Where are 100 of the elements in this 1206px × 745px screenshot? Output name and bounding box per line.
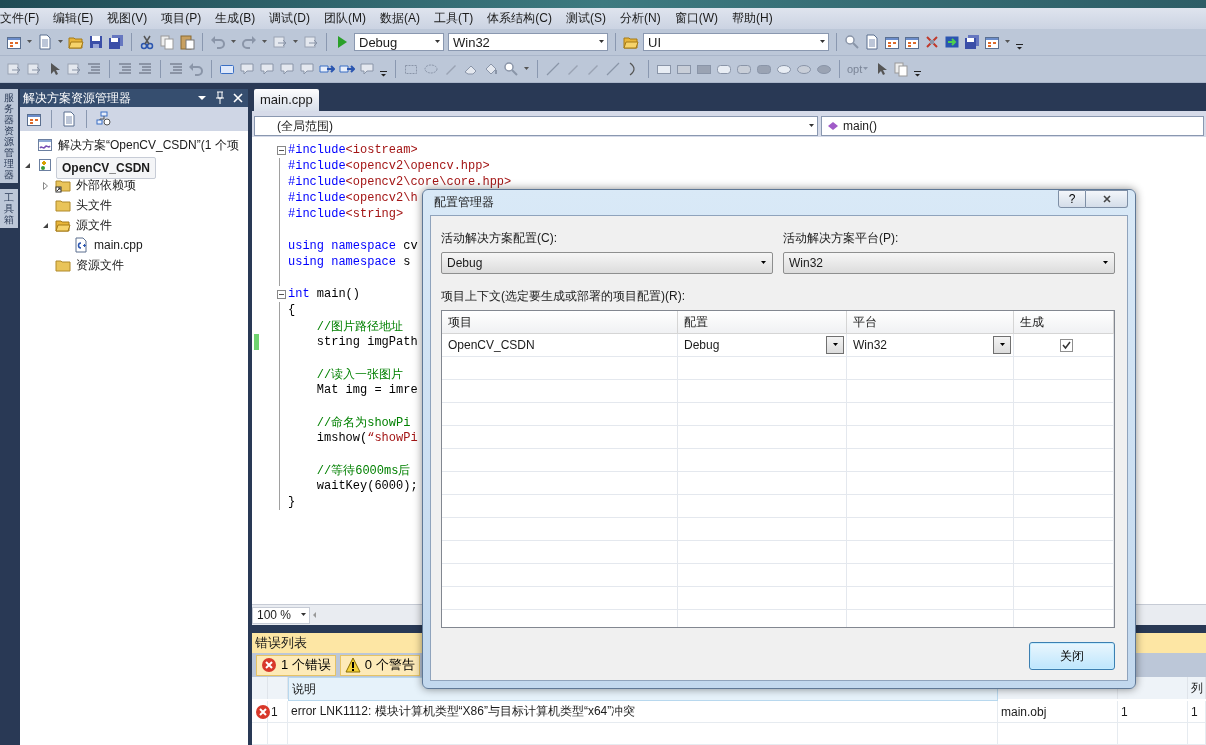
platform-dropdown[interactable]: Win32 (853, 334, 1011, 356)
tree-item[interactable]: main.cpp (92, 237, 145, 253)
table-cell: 1 (1118, 701, 1188, 723)
class-diagram-icon[interactable] (96, 111, 112, 127)
add-item-icon[interactable] (37, 34, 53, 50)
configuration-dropdown[interactable]: Debug (354, 33, 444, 51)
column-header[interactable]: 配置 (678, 311, 847, 334)
check-icon (1061, 339, 1072, 351)
menu-item[interactable]: 体系结构(C) (487, 10, 558, 27)
menu-item[interactable]: 调试(D) (269, 10, 316, 27)
open-folder-icon (55, 217, 71, 233)
indent-icon[interactable] (137, 61, 153, 77)
tree-item[interactable]: 源文件 (74, 215, 114, 235)
code-line: { (288, 303, 296, 317)
undo-icon[interactable] (188, 61, 204, 77)
save-all-icon[interactable] (108, 34, 124, 50)
menu-item[interactable]: 测试(S) (566, 10, 612, 27)
scope-dropdown[interactable]: (全局范围) (254, 116, 818, 136)
code-line: #include<opencv2\h (288, 191, 418, 205)
column-header[interactable]: 列 (1188, 677, 1206, 699)
folder-shortcut-icon (55, 177, 71, 193)
table-cell: main.obj (998, 701, 1118, 723)
code-line: #include<opencv2\opencv.hpp> (288, 159, 490, 173)
speech-bubble-icon[interactable] (259, 61, 275, 77)
code-line: using namespace s (288, 255, 411, 269)
collapse-icon[interactable] (277, 145, 286, 155)
tree-item[interactable]: OpenCV_CSDN (56, 157, 156, 179)
zoom-dropdown[interactable]: 100 % (252, 606, 310, 624)
platform-dropdown[interactable]: Win32 (448, 33, 608, 51)
menu-item[interactable]: 数据(A) (380, 10, 426, 27)
build-checkbox[interactable] (1060, 338, 1073, 352)
solution-icon (37, 137, 53, 153)
menu-item[interactable]: 编辑(E) (53, 10, 100, 27)
paste-icon[interactable] (179, 34, 195, 50)
configuration-dropdown[interactable]: Debug (684, 334, 844, 356)
pen-icon[interactable] (545, 61, 561, 77)
find-in-files-icon[interactable] (844, 34, 860, 50)
errors-filter-button[interactable]: 1 个错误 (256, 654, 336, 676)
speech-bubble-icon[interactable] (279, 61, 295, 77)
copy-icon[interactable] (159, 34, 175, 50)
table-cell: 1 (1188, 701, 1206, 723)
menu-item[interactable]: 视图(V) (107, 10, 154, 27)
speech-bubble-icon[interactable] (239, 61, 255, 77)
code-line: #include<iostream> (288, 143, 418, 157)
code-line: //图片路径地址 (315, 318, 404, 335)
side-tab[interactable]: 服务器资源管理器 (0, 89, 18, 183)
outdent-icon[interactable] (117, 61, 133, 77)
field-label: 活动解决方案平台(P): (783, 230, 900, 246)
menu-item[interactable]: 帮助(H) (732, 10, 779, 27)
show-all-files-icon[interactable] (61, 111, 77, 127)
member-dropdown[interactable]: main() (821, 116, 1204, 136)
menu-item[interactable]: 生成(B) (215, 10, 262, 27)
error-icon (261, 657, 277, 673)
list-icon[interactable] (168, 61, 184, 77)
format-icon[interactable] (26, 61, 42, 77)
import-icon[interactable] (944, 34, 960, 50)
close-button[interactable] (1086, 190, 1128, 208)
menu-item[interactable]: 团队(M) (324, 10, 372, 27)
folder-search-icon[interactable] (623, 34, 639, 50)
help-button[interactable]: ? (1058, 190, 1086, 208)
column-header[interactable]: 生成 (1014, 311, 1114, 334)
tree-item[interactable]: 头文件 (74, 195, 114, 215)
format-icon[interactable] (6, 61, 22, 77)
navigate-forward-icon[interactable] (303, 34, 319, 50)
warning-icon (344, 657, 361, 673)
code-line: string imgPath (315, 335, 418, 349)
menu-item[interactable]: 分析(N) (620, 10, 667, 27)
navigate-back-icon[interactable] (272, 34, 288, 50)
menu-item[interactable]: 项目(P) (161, 10, 208, 27)
menu-item[interactable]: 窗口(W) (674, 10, 724, 27)
folder-icon (55, 197, 71, 213)
new-project-icon[interactable] (6, 34, 22, 50)
side-tab[interactable]: 工具箱 (0, 189, 18, 228)
save-icon[interactable] (88, 34, 104, 50)
line-icon[interactable] (605, 61, 621, 77)
code-line: //命名为showPi (315, 414, 411, 431)
platform-dropdown[interactable]: Win32 (783, 252, 1115, 274)
close-button[interactable]: 关闭 (1029, 642, 1115, 670)
list-icon[interactable] (86, 61, 102, 77)
code-line: #include<opencv2\core\core.hpp> (288, 175, 512, 189)
panel-title: 错误列表 (255, 634, 307, 652)
warnings-filter-button[interactable]: 0 个警告 (339, 654, 420, 676)
column-header[interactable]: 平台 (847, 311, 1014, 334)
code-line: //读入一张图片 (315, 366, 404, 383)
column-header[interactable]: 项目 (442, 311, 678, 334)
document-tab[interactable]: main.cpp (254, 89, 319, 111)
field-label: 项目上下文(选定要生成或部署的项目配置)(R): (441, 288, 686, 304)
zoom-icon[interactable] (503, 61, 519, 77)
tree-item[interactable]: 解决方案“OpenCV_CSDN”(1 个项 (56, 135, 241, 155)
tools-icon[interactable] (924, 34, 940, 50)
menu-item[interactable]: 工具(T) (434, 10, 480, 27)
tree-item[interactable]: 资源文件 (74, 255, 126, 275)
pin-icon[interactable] (213, 90, 227, 106)
collapse-icon[interactable] (277, 289, 286, 299)
configuration-dropdown[interactable]: Debug (441, 252, 773, 274)
cpp-file-icon (73, 237, 89, 253)
project-dropdown[interactable]: UI (643, 33, 829, 51)
menu-item[interactable]: 文件(F) (0, 10, 46, 27)
cut-icon[interactable] (139, 34, 155, 50)
paint-bucket-icon[interactable] (483, 61, 499, 77)
